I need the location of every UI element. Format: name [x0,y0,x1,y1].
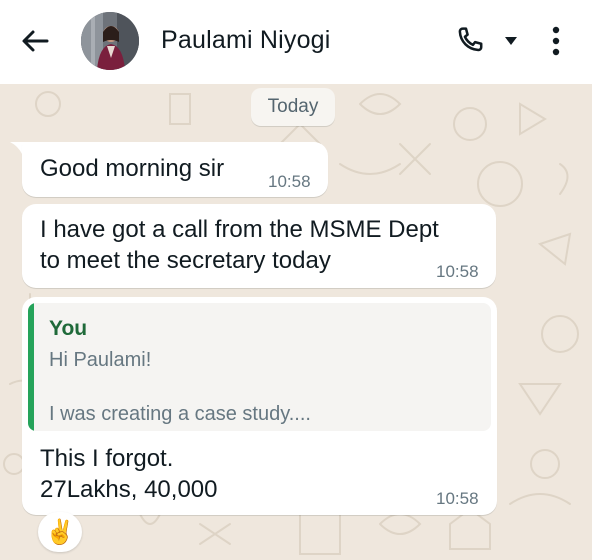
caret-down-icon [505,37,517,45]
back-button[interactable] [18,24,52,58]
quoted-message[interactable]: You Hi Paulami! I was creating a case st… [28,303,491,431]
message-text: This I forgot. 27Lakhs, 40,000 [40,443,217,505]
date-separator: Today [251,88,335,126]
message-bubble[interactable]: You Hi Paulami! I was creating a case st… [22,297,497,515]
avatar[interactable] [81,12,139,70]
quote-line: Hi Paulami! [49,349,152,371]
voice-call-button[interactable] [452,22,488,58]
message-line: 27Lakhs, 40,000 [40,476,218,503]
more-options-button[interactable] [543,22,569,60]
message-line: to meet the secretary today [40,247,331,274]
message-bubble[interactable]: Good morning sir 10:58 [22,142,328,197]
message-time: 10:58 [436,489,479,508]
quote-author: You [49,317,88,340]
more-vertical-icon [552,26,560,56]
message-time: 10:58 [436,262,479,281]
message-line: I have got a call from the MSME Dept [40,216,439,243]
quote-accent-bar [28,303,34,431]
phone-icon [458,27,483,52]
message-time: 10:58 [268,172,311,191]
message-text: I have got a call from the MSME Dept to … [40,214,490,276]
arrow-left-icon [22,30,49,52]
quote-line: I was creating a case study.... [49,403,311,425]
call-options-dropdown[interactable] [500,30,522,52]
message-text: Good morning sir [40,155,225,182]
message-line: This I forgot. [40,445,174,472]
avatar-photo [81,12,139,70]
chat-header: Paulami Niyogi [0,0,592,84]
reaction-badge[interactable]: ✌️ [38,512,82,552]
contact-name[interactable]: Paulami Niyogi [161,26,331,55]
message-bubble[interactable]: I have got a call from the MSME Dept to … [22,204,496,288]
